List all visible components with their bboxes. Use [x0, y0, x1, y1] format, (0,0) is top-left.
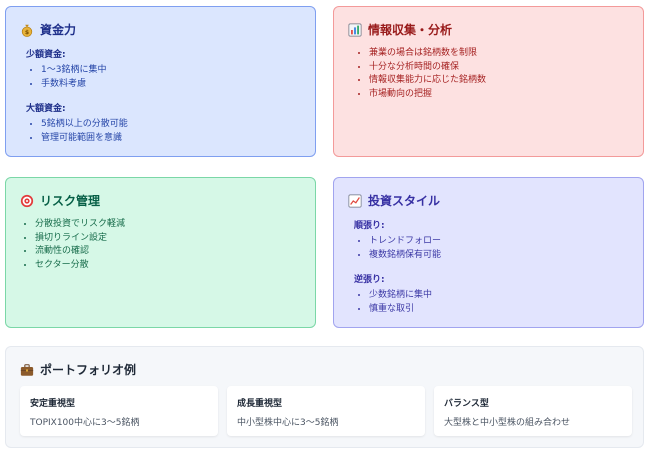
portfolio-item-desc: 大型株と中小型株の組み合わせ [444, 418, 571, 428]
list-item: 情報収集能力に応じた銘柄数 [369, 74, 633, 88]
portfolio-item-name: 安定重視型 [30, 399, 76, 409]
trend-heading: 順張り: [354, 221, 385, 231]
list-item: 分散投資でリスク軽減 [35, 218, 305, 232]
portfolio-item-stable: 安定重視型 TOPIX100中心に3〜5銘柄 [20, 386, 218, 436]
list-item: セクター分散 [35, 259, 305, 273]
trend-chart-icon [348, 194, 362, 207]
risk-list: 分散投資でリスク軽減 損切りライン設定 流動性の確認 セクター分散 [20, 218, 305, 272]
list-item: 慎重な取引 [369, 303, 633, 317]
money-bag-icon: $ [21, 24, 33, 37]
info-list: 兼業の場合は銘柄数を制限 十分な分析時間の確保 情報収集能力に応じた銘柄数 市場… [354, 47, 633, 101]
list-item: 管理可能範囲を意識 [41, 132, 305, 146]
portfolio-item-desc: 中小型株中心に3〜5銘柄 [237, 418, 339, 428]
list-item: 1〜3銘柄に集中 [41, 64, 305, 78]
portfolio-item-desc: TOPIX100中心に3〜5銘柄 [30, 418, 140, 428]
small-funds-list: 1〜3銘柄に集中 手数料考慮 [26, 64, 305, 91]
list-item: 市場動向の把握 [369, 88, 633, 102]
portfolio-item-growth: 成長重視型 中小型株中心に3〜5銘柄 [227, 386, 425, 436]
style-card: 投資スタイル 順張り: トレンドフォロー 複数銘柄保有可能 逆張り: 少数銘柄に… [333, 177, 644, 328]
list-item: 少数銘柄に集中 [369, 289, 633, 303]
briefcase-icon [20, 363, 34, 376]
list-item: 損切りライン設定 [35, 232, 305, 246]
list-item: 5銘柄以上の分散可能 [41, 118, 305, 132]
small-funds-heading: 少額資金: [26, 50, 66, 60]
portfolio-item-name: 成長重視型 [237, 399, 283, 409]
portfolio-section: ポートフォリオ例 安定重視型 TOPIX100中心に3〜5銘柄 成長重視型 中小… [5, 346, 644, 448]
svg-text:$: $ [25, 29, 29, 36]
style-title: 投資スタイル [348, 192, 440, 209]
trend-list: トレンドフォロー 複数銘柄保有可能 [354, 235, 633, 262]
contrarian-list: 少数銘柄に集中 慎重な取引 [354, 289, 633, 316]
portfolio-title: ポートフォリオ例 [20, 361, 136, 378]
list-item: 兼業の場合は銘柄数を制限 [369, 47, 633, 61]
risk-title: リスク管理 [20, 192, 100, 209]
risk-card: リスク管理 分散投資でリスク軽減 損切りライン設定 流動性の確認 セクター分散 [5, 177, 316, 328]
list-item: 流動性の確認 [35, 245, 305, 259]
list-item: 十分な分析時間の確保 [369, 61, 633, 75]
contrarian-heading: 逆張り: [354, 275, 385, 285]
funds-title: $ 資金力 [20, 21, 76, 38]
portfolio-item-balance: バランス型 大型株と中小型株の組み合わせ [434, 386, 632, 436]
large-funds-list: 5銘柄以上の分散可能 管理可能範囲を意識 [26, 118, 305, 145]
list-item: 手数料考慮 [41, 78, 305, 92]
large-funds-heading: 大額資金: [26, 104, 66, 114]
info-card: 情報収集・分析 兼業の場合は銘柄数を制限 十分な分析時間の確保 情報収集能力に応… [333, 6, 644, 157]
portfolio-item-name: バランス型 [444, 399, 489, 409]
list-item: 複数銘柄保有可能 [369, 249, 633, 263]
info-title: 情報収集・分析 [348, 21, 452, 38]
list-item: トレンドフォロー [369, 235, 633, 249]
funds-card: $ 資金力 少額資金: 1〜3銘柄に集中 手数料考慮 大額資金: 5銘柄以上の分… [5, 6, 316, 157]
target-icon [20, 194, 34, 207]
bar-chart-icon [348, 23, 362, 36]
